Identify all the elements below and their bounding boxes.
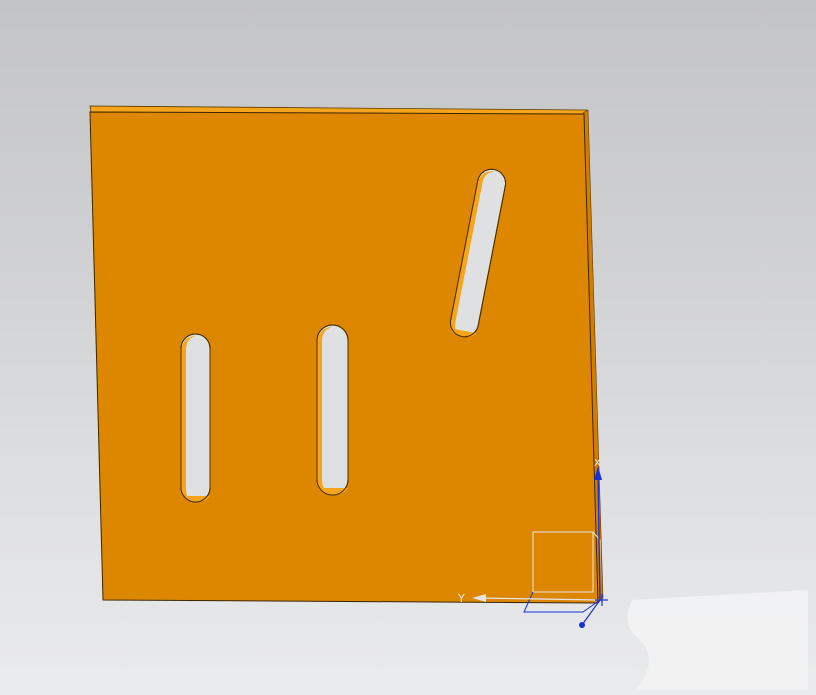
z-axis-line bbox=[581, 599, 601, 626]
background-ghost-shape bbox=[627, 590, 808, 690]
plate-part[interactable] bbox=[89, 105, 604, 604]
y-axis-label: Y bbox=[457, 592, 465, 605]
model-scene[interactable]: Y X bbox=[0, 0, 816, 695]
slot-left[interactable] bbox=[180, 333, 211, 503]
slot-middle[interactable] bbox=[316, 324, 349, 496]
origin-point-icon[interactable] bbox=[579, 622, 585, 628]
x-axis-label: X bbox=[594, 458, 601, 469]
graphics-viewport[interactable]: Y X bbox=[0, 0, 816, 695]
